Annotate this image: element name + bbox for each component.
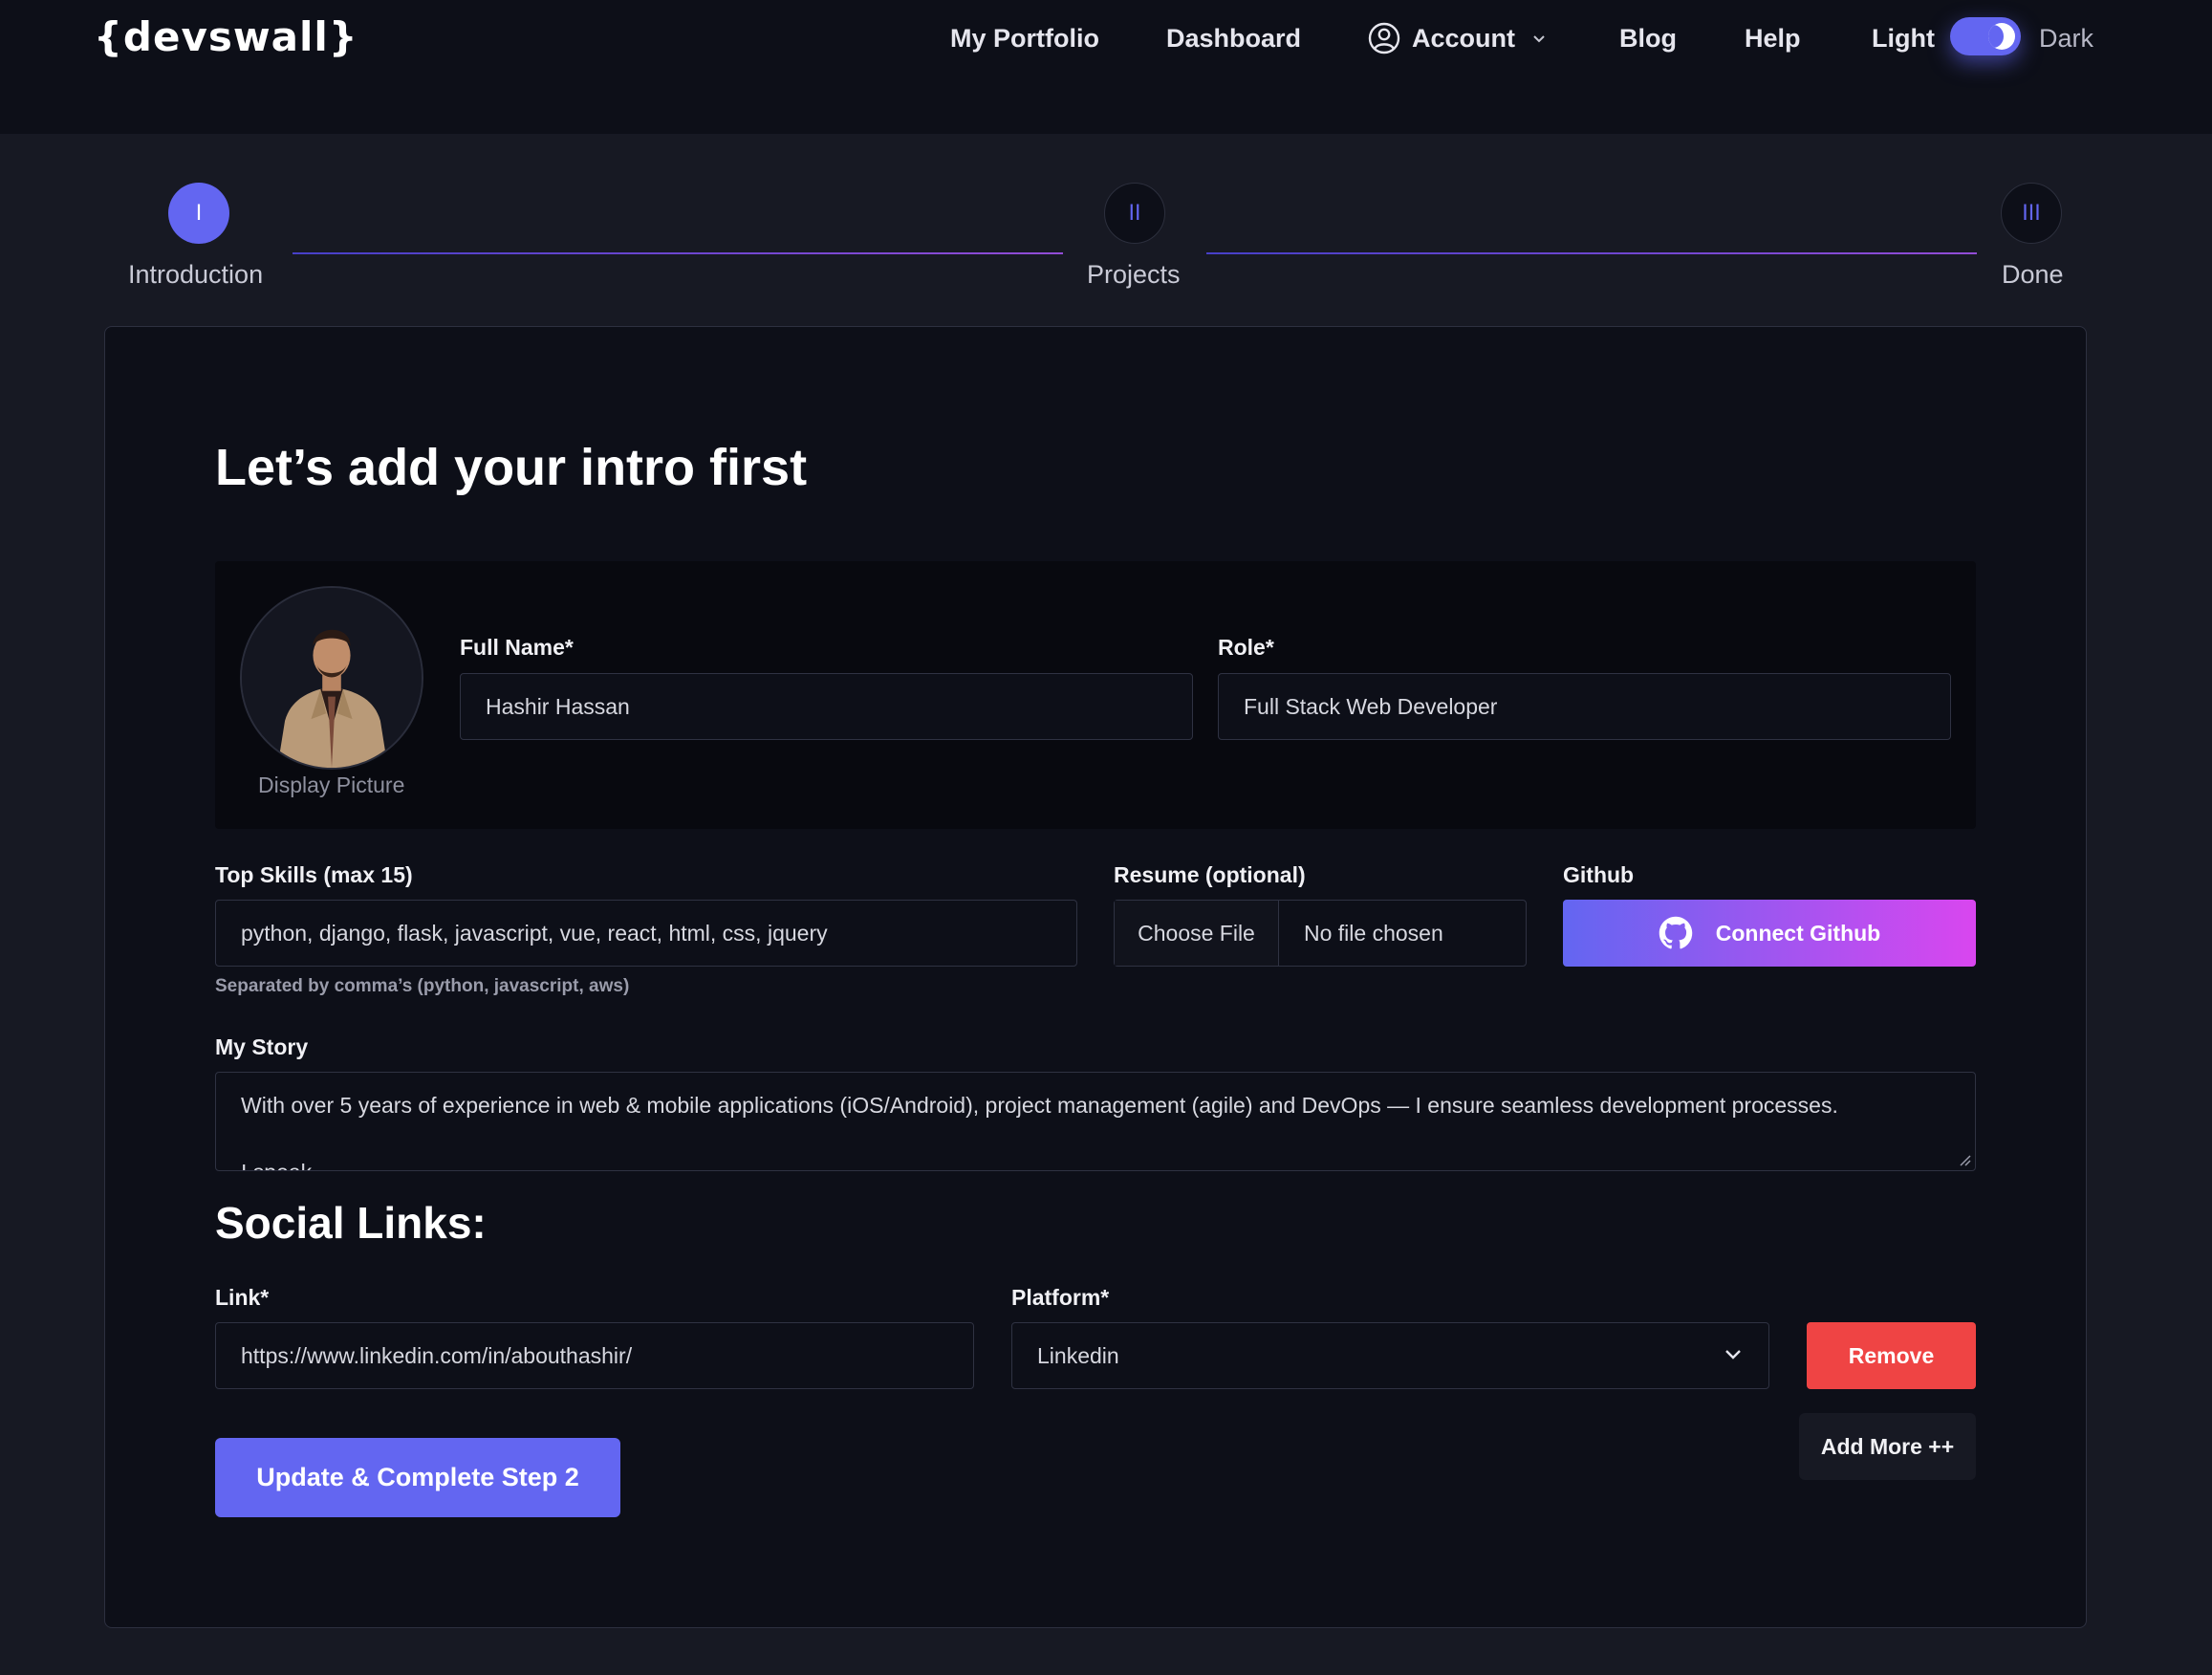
step-2-indicator[interactable]: II bbox=[1104, 183, 1165, 244]
skills-hint: Separated by comma’s (python, javascript… bbox=[215, 976, 630, 996]
top-navbar: {devswall} My Portfolio Dashboard Accoun… bbox=[0, 0, 2212, 134]
step-1-indicator[interactable]: I bbox=[168, 183, 229, 244]
avatar-image bbox=[242, 588, 422, 768]
full-name-label: Full Name* bbox=[460, 635, 574, 660]
step-3-indicator[interactable]: III bbox=[2001, 183, 2062, 244]
chevron-down-icon[interactable] bbox=[1531, 33, 1547, 46]
resume-label: Resume (optional) bbox=[1114, 862, 1306, 887]
display-picture[interactable] bbox=[240, 586, 423, 770]
nav-account[interactable]: Account bbox=[1412, 21, 1515, 55]
platform-select[interactable]: Linkedin bbox=[1011, 1322, 1769, 1389]
platform-label: Platform* bbox=[1011, 1285, 1110, 1310]
theme-light-label: Light bbox=[1872, 24, 1935, 53]
remove-link-button[interactable]: Remove bbox=[1807, 1322, 1976, 1389]
file-status: No file chosen bbox=[1304, 920, 1443, 946]
moon-icon bbox=[1988, 23, 2015, 50]
theme-dark-label: Dark bbox=[2039, 24, 2094, 53]
github-label: Github bbox=[1563, 862, 1635, 887]
nav-my-portfolio[interactable]: My Portfolio bbox=[950, 21, 1099, 55]
resize-handle-icon[interactable] bbox=[1958, 1153, 1971, 1166]
step-connector-2 bbox=[1206, 252, 1977, 254]
full-name-input[interactable]: Hashir Hassan bbox=[460, 673, 1193, 740]
chevron-down-icon[interactable] bbox=[1724, 1348, 1743, 1361]
step-3-label: Done bbox=[2002, 260, 2064, 289]
connect-github-button[interactable]: Connect Github bbox=[1563, 900, 1976, 967]
story-label: My Story bbox=[215, 1034, 309, 1059]
nav-dashboard[interactable]: Dashboard bbox=[1166, 21, 1301, 55]
update-complete-button[interactable]: Update & Complete Step 2 bbox=[215, 1438, 620, 1517]
nav-help[interactable]: Help bbox=[1745, 21, 1801, 55]
social-links-title: Social Links: bbox=[215, 1198, 487, 1248]
step-2-label: Projects bbox=[1087, 260, 1181, 289]
story-line-1: With over 5 years of experience in web &… bbox=[241, 1093, 1838, 1118]
theme-toggle[interactable] bbox=[1950, 17, 2021, 55]
user-circle-icon[interactable] bbox=[1367, 21, 1401, 55]
nav-blog[interactable]: Blog bbox=[1619, 21, 1677, 55]
story-line-2: I speak bbox=[241, 1159, 1950, 1170]
connect-github-label: Connect Github bbox=[1715, 920, 1881, 946]
page-title: Let’s add your intro first bbox=[215, 439, 808, 496]
step-connector-1 bbox=[293, 252, 1063, 254]
display-picture-label: Display Picture bbox=[258, 772, 405, 797]
social-link-input[interactable]: https://www.linkedin.com/in/abouthashir/ bbox=[215, 1322, 974, 1389]
resume-file-input[interactable]: Choose File No file chosen bbox=[1114, 900, 1527, 967]
skills-label: Top Skills (max 15) bbox=[215, 862, 413, 887]
role-input[interactable]: Full Stack Web Developer bbox=[1218, 673, 1951, 740]
step-1-label: Introduction bbox=[128, 260, 264, 289]
story-textarea[interactable]: With over 5 years of experience in web &… bbox=[215, 1072, 1976, 1171]
skills-input[interactable]: python, django, flask, javascript, vue, … bbox=[215, 900, 1077, 967]
choose-file-button[interactable]: Choose File bbox=[1115, 901, 1279, 966]
role-label: Role* bbox=[1218, 635, 1274, 660]
link-label: Link* bbox=[215, 1285, 270, 1310]
github-icon bbox=[1659, 916, 1692, 949]
brand-logo[interactable]: {devswall} bbox=[94, 13, 358, 60]
add-more-link-button[interactable]: Add More ++ bbox=[1799, 1413, 1976, 1480]
